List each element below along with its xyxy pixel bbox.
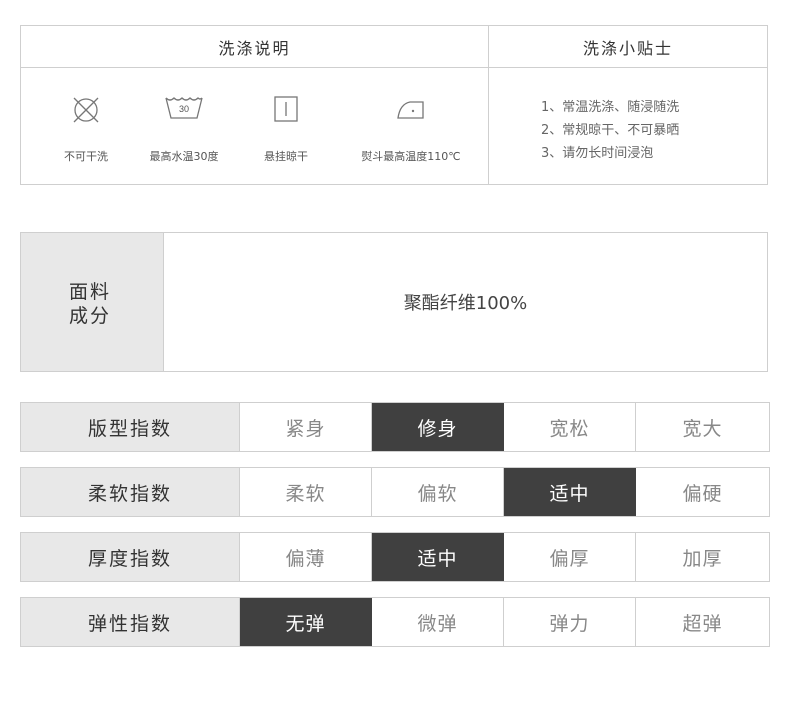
index-option: 柔软 [240, 468, 372, 516]
index-title: 柔软指数 [21, 468, 240, 516]
index-title: 弹性指数 [21, 598, 240, 646]
fabric-table: 面料 成分 聚酯纤维100% [20, 232, 768, 372]
wash-tip: 1、常温洗涤、随浸随洗 [541, 100, 680, 115]
care-item-hang-dry: 悬挂晾干 [231, 68, 341, 184]
care-table: 洗涤说明 洗涤小贴士 不可干洗 30 最高水温30度 悬挂晾干 熨斗最高温度11… [20, 25, 768, 185]
care-label: 悬挂晾干 [264, 150, 308, 163]
index-title: 版型指数 [21, 403, 240, 451]
index-row-fit: 版型指数 紧身 修身 宽松 宽大 [20, 402, 770, 452]
iron-icon [397, 101, 424, 119]
care-icons-panel: 不可干洗 30 最高水温30度 悬挂晾干 熨斗最高温度110℃ [21, 68, 489, 184]
wash-tips-panel: 1、常温洗涤、随浸随洗 2、常规晾干、不可暴晒 3、请勿长时间浸泡 [489, 68, 767, 184]
fabric-label-line2: 成分 [69, 305, 112, 327]
index-row-elasticity: 弹性指数 无弹 微弹 弹力 超弹 [20, 597, 770, 647]
index-option: 偏硬 [682, 482, 723, 505]
care-item-no-dry-clean: 不可干洗 [31, 68, 141, 184]
index-option-selected: 适中 [372, 533, 504, 581]
wash-tip: 2、常规晾干、不可暴晒 [541, 123, 680, 138]
fabric-label-line1: 面料 [69, 281, 112, 303]
index-option: 偏软 [372, 468, 504, 516]
index-option: 偏薄 [240, 533, 372, 581]
index-option: 偏厚 [504, 533, 636, 581]
index-title: 厚度指数 [21, 533, 240, 581]
no-dry-clean-icon [73, 97, 99, 123]
hang-dry-icon [274, 96, 298, 122]
index-option: 宽大 [682, 417, 723, 440]
index-option: 宽松 [504, 403, 636, 451]
index-option: 加厚 [682, 547, 723, 570]
wash-tip: 3、请勿长时间浸泡 [541, 146, 654, 161]
index-option: 超弹 [682, 612, 723, 635]
wash-tips-header: 洗涤小贴士 [489, 26, 767, 68]
index-row-thickness: 厚度指数 偏薄 适中 偏厚 加厚 [20, 532, 770, 582]
fabric-label-cell: 面料 成分 [21, 233, 164, 371]
care-item-iron: 熨斗最高温度110℃ [346, 68, 476, 184]
index-option: 微弹 [372, 598, 504, 646]
care-label: 最高水温30度 [149, 150, 219, 163]
index-row-softness: 柔软指数 柔软 偏软 适中 偏硬 [20, 467, 770, 517]
care-item-wash-30: 30 最高水温30度 [129, 68, 239, 184]
index-option: 紧身 [240, 403, 372, 451]
wash-30-icon: 30 [165, 97, 203, 119]
index-option: 弹力 [504, 598, 636, 646]
wash-instructions-header: 洗涤说明 [21, 26, 489, 68]
index-option-selected: 无弹 [240, 598, 372, 646]
care-label: 熨斗最高温度110℃ [361, 150, 461, 163]
fabric-composition-value: 聚酯纤维100% [403, 293, 528, 314]
care-label: 不可干洗 [64, 150, 108, 163]
wash-temp-text: 30 [179, 104, 189, 114]
index-option-selected: 修身 [372, 403, 504, 451]
index-option-selected: 适中 [504, 468, 636, 516]
